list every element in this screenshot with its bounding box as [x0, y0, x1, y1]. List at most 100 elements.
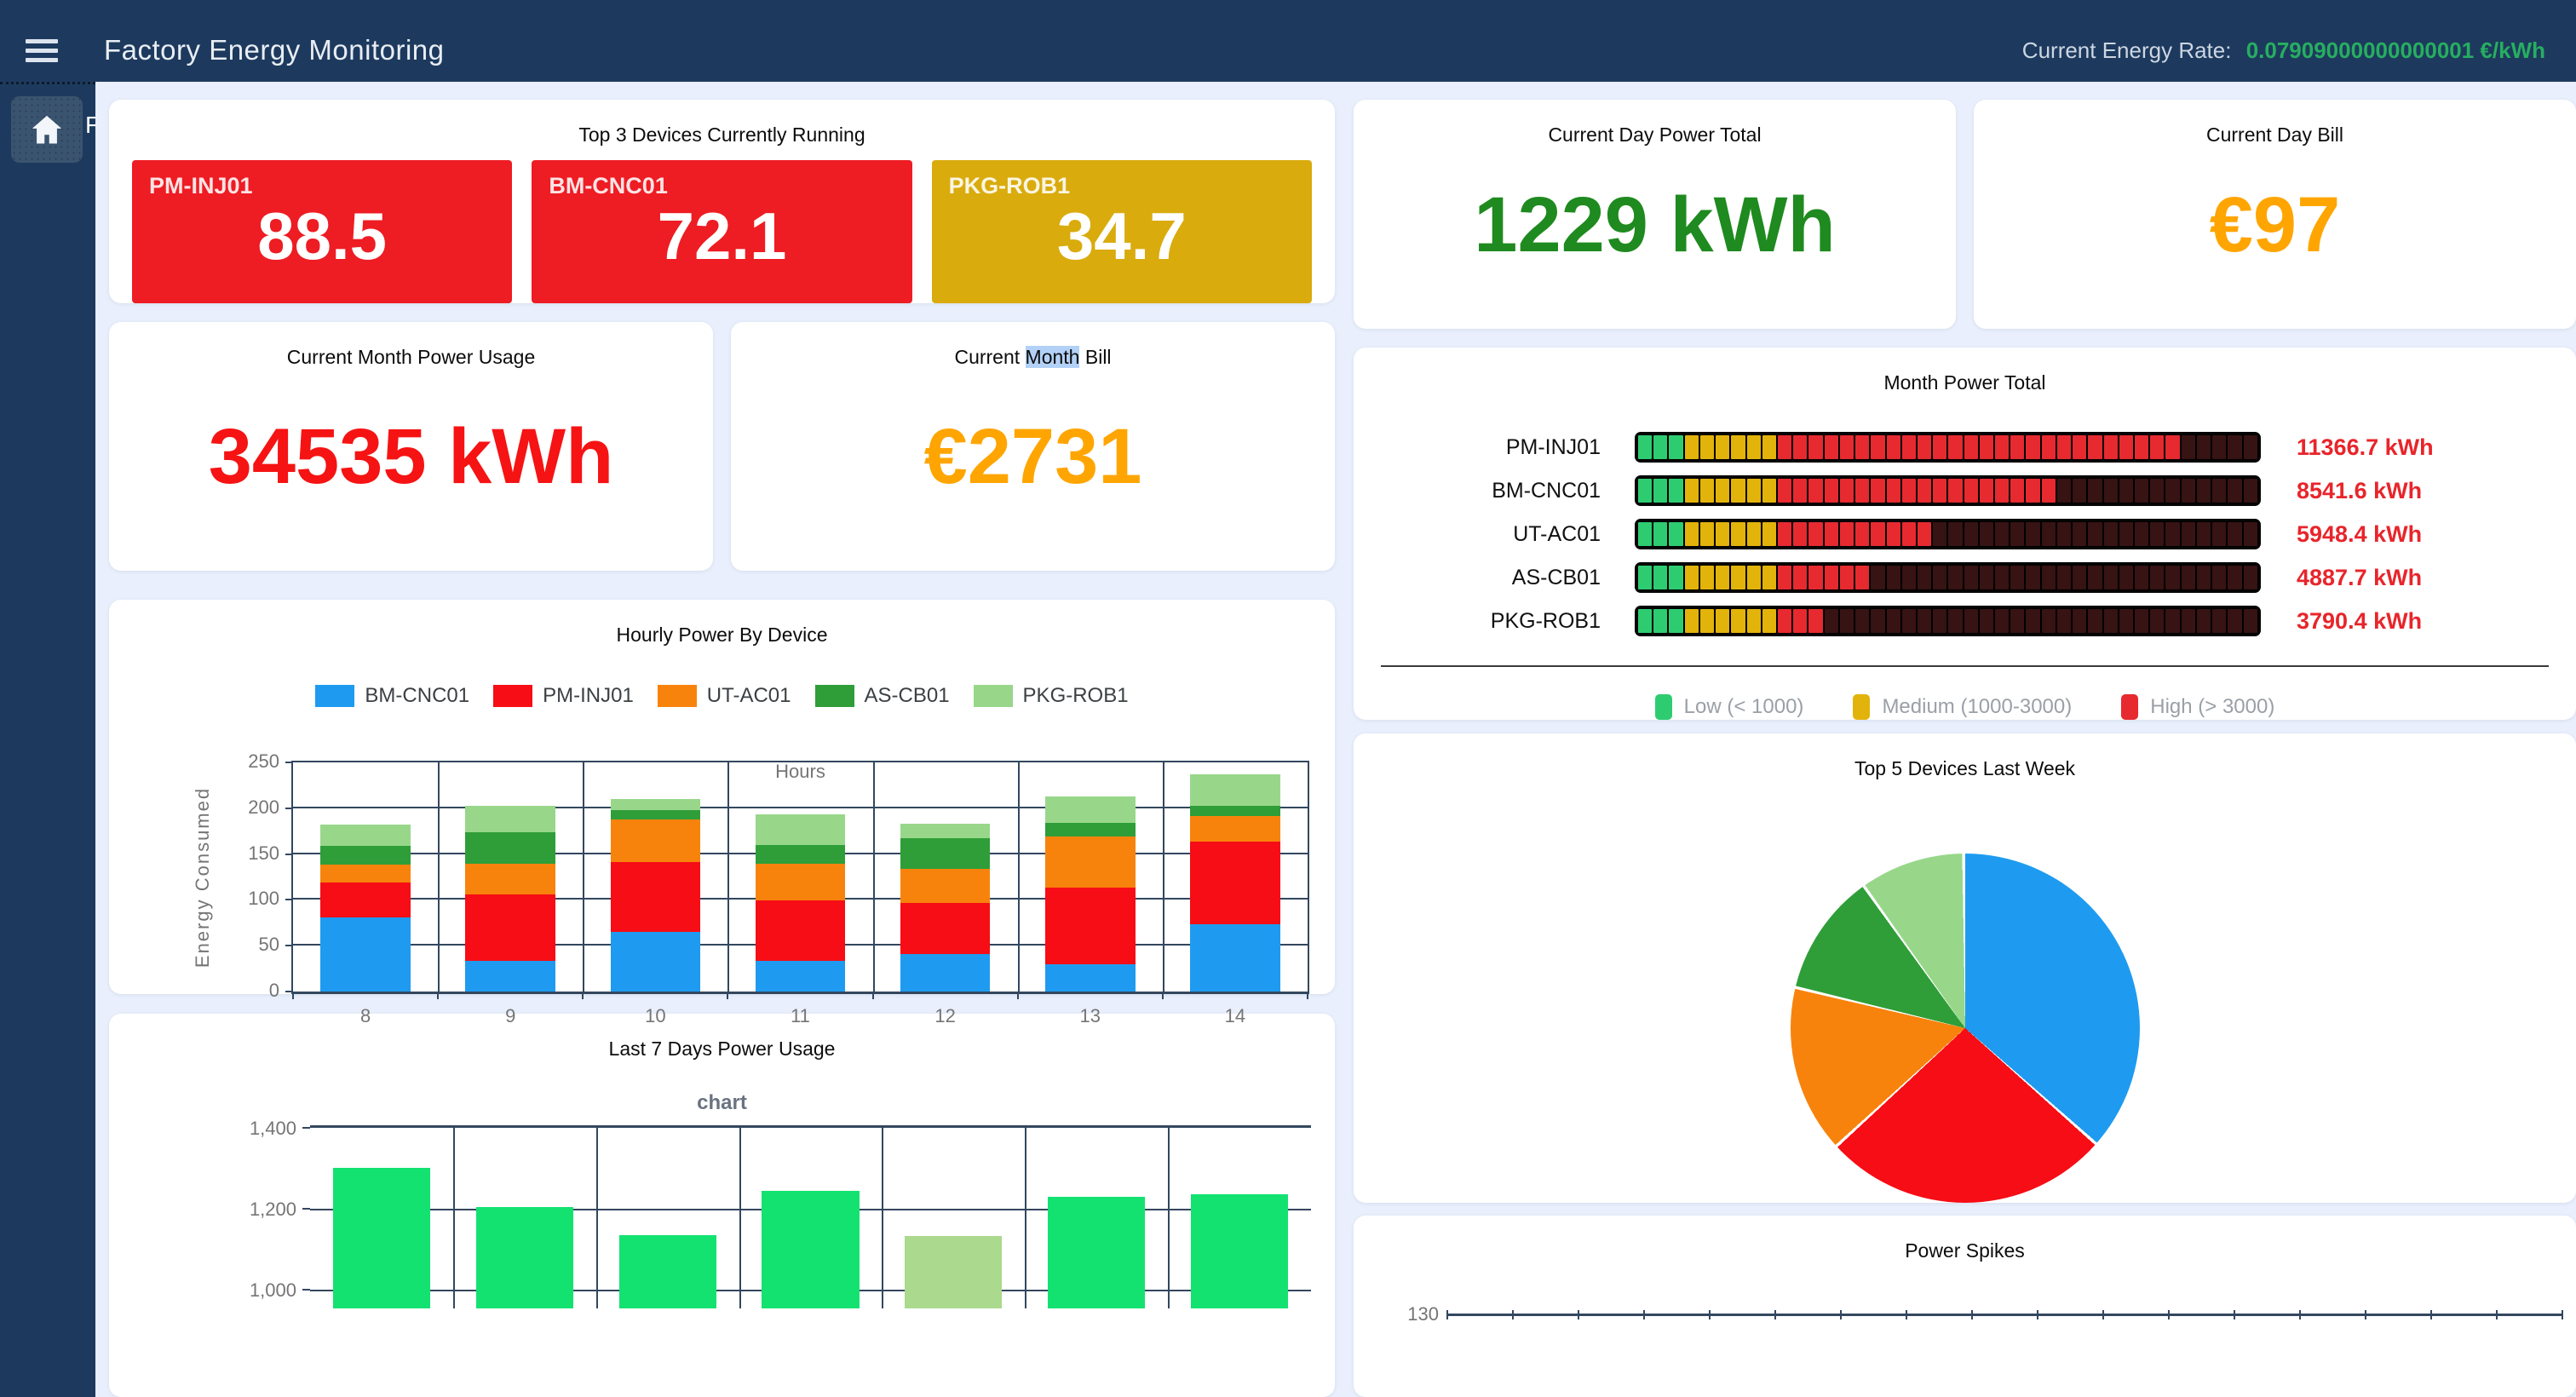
y-tick-label: 50	[220, 934, 279, 956]
gauge-segment	[2212, 566, 2226, 589]
left-column: Top 3 Devices Currently Running PM-INJ01…	[109, 100, 1335, 1397]
menu-icon[interactable]	[26, 34, 60, 67]
gauge-segment	[1653, 609, 1667, 633]
x-tick	[1971, 1310, 1973, 1319]
legend-swatch	[658, 685, 697, 707]
gauge-segment	[2010, 522, 2024, 546]
x-tick	[2234, 1310, 2235, 1319]
gauge-segment	[2057, 522, 2071, 546]
gauge-segment	[2228, 566, 2241, 589]
card-title: Current Day Bill	[1974, 100, 2576, 147]
y-tick-label: 1,000	[237, 1279, 296, 1302]
gridline	[739, 1128, 741, 1308]
stacked-bar-segment	[320, 825, 410, 846]
gauge-segment	[1685, 479, 1699, 503]
y-tick-label: 130	[1407, 1303, 1439, 1325]
bar	[333, 1168, 430, 1308]
gauge-device-label: PKG-ROB1	[1354, 609, 1635, 634]
gauge-segment	[2228, 609, 2241, 633]
gauge-segment	[1669, 522, 1682, 546]
gauge-segment	[2150, 435, 2164, 459]
gauge-segment	[1995, 522, 2009, 546]
y-tick	[302, 1127, 310, 1129]
device-tile: BM-CNC0172.1	[532, 160, 911, 303]
gauge-segment	[1700, 479, 1714, 503]
gauge-segment	[1762, 522, 1776, 546]
gauge-segment	[1685, 522, 1699, 546]
device-tile-value: 72.1	[658, 198, 787, 275]
gauge-segment	[1995, 479, 2009, 503]
gauge-segment	[1933, 609, 1946, 633]
gauge-segment	[1918, 479, 1931, 503]
gauge-segment	[1638, 566, 1652, 589]
gauge-segment	[1638, 435, 1652, 459]
card-title: Month Power Total	[1354, 348, 2576, 394]
stacked-bar	[1045, 796, 1135, 992]
gauge-segment	[2135, 522, 2148, 546]
gauge-segment	[1808, 609, 1822, 633]
gauge-segment	[1638, 479, 1652, 503]
gauge-segment	[2244, 609, 2257, 633]
gauge-segment	[1840, 435, 1854, 459]
stacked-bar	[756, 814, 845, 992]
gauge-segment	[1887, 435, 1900, 459]
y-tick	[285, 854, 293, 855]
legend-label: Low (< 1000)	[1684, 695, 1804, 719]
gauge-segment	[1793, 609, 1807, 633]
energy-rate-label: Current Energy Rate:	[2022, 37, 2232, 63]
gauge-segment	[1902, 566, 1916, 589]
gauge-segment	[1980, 566, 1993, 589]
gauge-segment	[2197, 479, 2211, 503]
card-power-spikes: Power Spikes 130	[1354, 1216, 2576, 1397]
x-tick	[1774, 1310, 1776, 1319]
gauge-device-label: AS-CB01	[1354, 566, 1635, 590]
gauge-segment	[2057, 435, 2071, 459]
x-tick	[1578, 1310, 1579, 1319]
stacked-bar-segment	[1190, 806, 1279, 816]
gauge-segment	[2088, 479, 2102, 503]
bar	[476, 1207, 573, 1308]
gauge-segment	[2042, 435, 2056, 459]
divider	[1381, 665, 2549, 667]
bar	[905, 1236, 1002, 1308]
legend-item: BM-CNC01	[315, 684, 469, 708]
gauge-segment	[2104, 609, 2118, 633]
gauge-segment	[1855, 479, 1869, 503]
device-tile: PM-INJ0188.5	[132, 160, 512, 303]
gauge-value: 11366.7 kWh	[2297, 434, 2434, 461]
gauge-value: 8541.6 kWh	[2297, 478, 2422, 504]
gauge-row: UT-AC015948.4 kWh	[1354, 519, 2576, 549]
x-tick	[727, 992, 728, 999]
gauge-segment	[2212, 479, 2226, 503]
gauge-segment	[2119, 566, 2133, 589]
gauge-segment	[2182, 566, 2195, 589]
gauge-segment	[2104, 435, 2118, 459]
stacked-bar-segment	[900, 869, 990, 902]
stacked-bar	[465, 806, 555, 992]
gauge-segment	[1778, 522, 1791, 546]
sidebar-item-home[interactable]	[11, 96, 83, 163]
x-tick	[2299, 1310, 2301, 1319]
gauge-segment	[2182, 435, 2195, 459]
gauge-segment	[2119, 435, 2133, 459]
gauge-segment	[1995, 609, 2009, 633]
gauge-segment	[1855, 522, 1869, 546]
x-tick	[2365, 1310, 2366, 1319]
x-tick-label: 9	[438, 1005, 583, 1027]
gauge-segment	[2197, 435, 2211, 459]
gauge-segment	[1948, 522, 1962, 546]
gauge-segment	[1778, 435, 1791, 459]
title-text-selected: Month	[1026, 346, 1080, 368]
legend-label: BM-CNC01	[365, 684, 469, 708]
last7-chart: 1,4001,2001,000	[310, 1125, 1311, 1308]
gauge-segment	[1808, 479, 1822, 503]
gauge-segment	[2150, 566, 2164, 589]
gauge-device-label: UT-AC01	[1354, 522, 1635, 547]
gauge-segment	[1902, 609, 1916, 633]
gauge-segment	[1778, 609, 1791, 633]
gauge-segment	[1902, 479, 1916, 503]
title-text: Current	[954, 346, 1025, 368]
stacked-bar-segment	[1045, 888, 1135, 964]
x-tick	[437, 992, 439, 999]
x-tick	[872, 992, 874, 999]
